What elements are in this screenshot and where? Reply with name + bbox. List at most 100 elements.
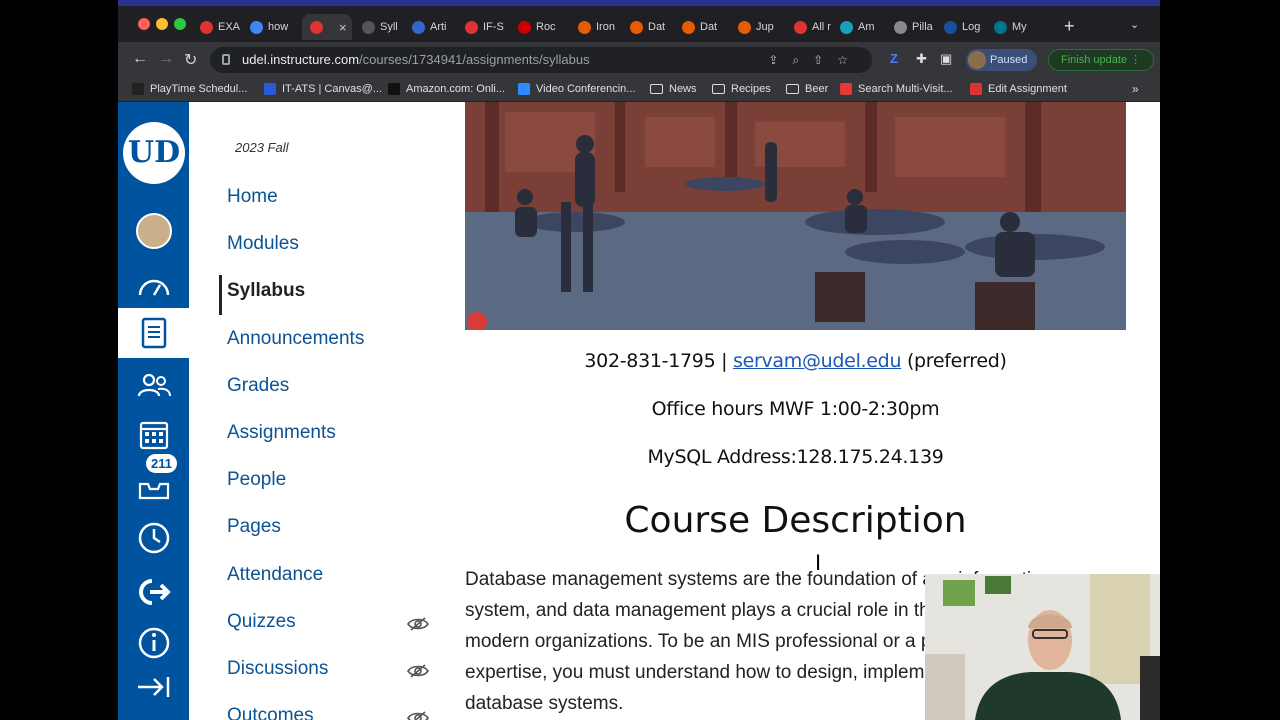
email-link[interactable]: servam@udel.edu (733, 350, 902, 372)
browser-tab[interactable]: My (994, 14, 1027, 40)
bookmark-favicon-icon (264, 83, 276, 95)
bookmark-item[interactable]: Video Conferencin... (518, 83, 635, 95)
tab-title: how (268, 21, 289, 33)
zoom-window-button[interactable] (174, 18, 186, 30)
new-tab-button[interactable]: + (1064, 16, 1075, 37)
help-nav-item[interactable] (118, 619, 189, 667)
tab-favicon-icon (840, 20, 853, 34)
bookmark-favicon-icon (970, 83, 982, 95)
clock-icon (138, 522, 169, 554)
canvas-page: UD 211 2023 Fall Home Modules Syllabus A… (118, 102, 1160, 720)
bookmark-label: Search Multi-Visit... (858, 83, 953, 95)
browser-tab[interactable]: Dat (630, 14, 665, 40)
course-term: 2023 Fall (235, 140, 289, 155)
reload-icon[interactable]: ↻ (184, 50, 197, 70)
course-nav-home[interactable]: Home (227, 186, 278, 208)
back-arrow-icon[interactable]: ← (132, 50, 148, 68)
browser-tab[interactable]: Am (840, 14, 875, 40)
bookmark-item[interactable]: Edit Assignment (970, 83, 1067, 95)
user-avatar (135, 213, 172, 249)
close-tab-icon[interactable]: × (339, 20, 347, 35)
active-indicator (219, 275, 222, 315)
profile-paused-button[interactable]: Paused (966, 49, 1038, 71)
calendar-nav-item[interactable] (118, 410, 189, 458)
hidden-eye-icon (407, 711, 429, 720)
text-cursor-icon: I (815, 550, 822, 575)
bookmark-item[interactable]: PlayTime Schedul... (132, 83, 247, 95)
bookmark-item[interactable]: Recipes (712, 83, 771, 95)
forward-arrow-icon[interactable]: → (158, 50, 174, 68)
ud-logo[interactable]: UD (123, 122, 185, 184)
global-navigation: UD 211 (118, 102, 189, 720)
webcam-overlay (925, 574, 1160, 720)
courses-nav-item[interactable] (118, 308, 189, 358)
tab-favicon-icon (310, 20, 323, 34)
mysql-address: 128.175.24.139 (796, 446, 944, 468)
account-nav-item[interactable] (118, 207, 189, 255)
browser-tab[interactable]: Pilla (894, 14, 933, 40)
bookmark-label: IT-ATS | Canvas@... (282, 83, 383, 95)
tab-favicon-icon (894, 20, 907, 34)
tab-title: Roc (536, 21, 556, 33)
browser-tab[interactable]: Iron (578, 14, 615, 40)
tab-favicon-icon (738, 20, 751, 34)
hidden-eye-icon (407, 664, 429, 678)
collapse-nav-button[interactable] (118, 663, 189, 711)
course-nav-outcomes[interactable]: Outcomes (227, 705, 314, 720)
course-nav-people[interactable]: People (227, 469, 286, 491)
bookmark-item[interactable]: News (650, 83, 697, 95)
groups-nav-item[interactable] (118, 361, 189, 409)
dashboard-nav-item[interactable] (118, 262, 189, 310)
browser-tab[interactable]: All r (794, 14, 831, 40)
course-nav-quizzes[interactable]: Quizzes (227, 611, 296, 633)
bookmark-label: Beer (805, 83, 829, 95)
tab-search-chevron-icon[interactable]: ⌄ (1130, 18, 1139, 31)
course-nav-syllabus[interactable]: Syllabus (227, 280, 305, 302)
inbox-nav-item[interactable]: 211 (118, 454, 189, 510)
phone-number: 302-831-1795 (584, 350, 716, 372)
browser-tab[interactable]: Log (944, 14, 980, 40)
browser-tab[interactable]: EXA (200, 14, 240, 40)
close-window-button[interactable] (138, 18, 150, 30)
browser-tab[interactable]: Arti (412, 14, 447, 40)
browser-tab[interactable]: Roc (518, 14, 556, 40)
tab-favicon-icon (250, 20, 263, 34)
bookmark-item[interactable]: Amazon.com: Onli... (388, 83, 505, 95)
sidebar-icon[interactable]: ▣ (940, 51, 952, 67)
tab-title: Dat (700, 21, 718, 33)
course-nav-grades[interactable]: Grades (227, 375, 289, 397)
tab-title: Jup (756, 21, 774, 33)
tab-favicon-icon (518, 20, 531, 34)
minimize-window-button[interactable] (156, 18, 168, 30)
bookmarks-overflow-button[interactable]: » (1132, 82, 1139, 96)
instructor-video (925, 574, 1160, 720)
course-nav-announcements[interactable]: Announcements (227, 328, 364, 350)
course-navigation: 2023 Fall Home Modules Syllabus Announcemen… (189, 102, 465, 720)
folder-icon (650, 84, 663, 94)
zoom-extension-icon[interactable]: Z (890, 51, 898, 66)
omnibox-action-icons[interactable]: ⇪⌕⇧☆ (768, 47, 862, 73)
finish-update-button[interactable]: Finish update ⋮ (1048, 49, 1155, 71)
puzzle-extensions-icon[interactable]: ✚ (916, 51, 927, 67)
history-nav-item[interactable] (118, 514, 189, 562)
inbox-icon (138, 482, 169, 500)
course-nav-discussions[interactable]: Discussions (227, 658, 328, 680)
course-nav-pages[interactable]: Pages (227, 516, 281, 538)
browser-tab[interactable]: Dat (682, 14, 717, 40)
course-nav-assignments[interactable]: Assignments (227, 422, 336, 444)
bookmark-item[interactable]: Search Multi-Visit... (840, 83, 953, 95)
browser-tab[interactable]: Syll (362, 14, 398, 40)
bookmark-item[interactable]: Beer (786, 83, 828, 95)
commons-nav-item[interactable] (118, 568, 189, 616)
collapse-arrow-icon (137, 677, 169, 697)
browser-tab[interactable]: Jup (738, 14, 774, 40)
bookmark-item[interactable]: IT-ATS | Canvas@... (264, 83, 382, 95)
bookmarks-bar: PlayTime Schedul... IT-ATS | Canvas@... Am… (118, 78, 1160, 102)
browser-tab[interactable]: IF-S (465, 14, 504, 40)
browser-tab[interactable]: how (250, 14, 288, 40)
browser-tab[interactable]: × (302, 14, 352, 40)
address-bar[interactable]: udel.instructure.com/courses/1734941/ass… (210, 47, 872, 73)
course-nav-modules[interactable]: Modules (227, 233, 299, 255)
course-nav-attendance[interactable]: Attendance (227, 564, 323, 586)
tab-title: EXA (218, 21, 241, 33)
